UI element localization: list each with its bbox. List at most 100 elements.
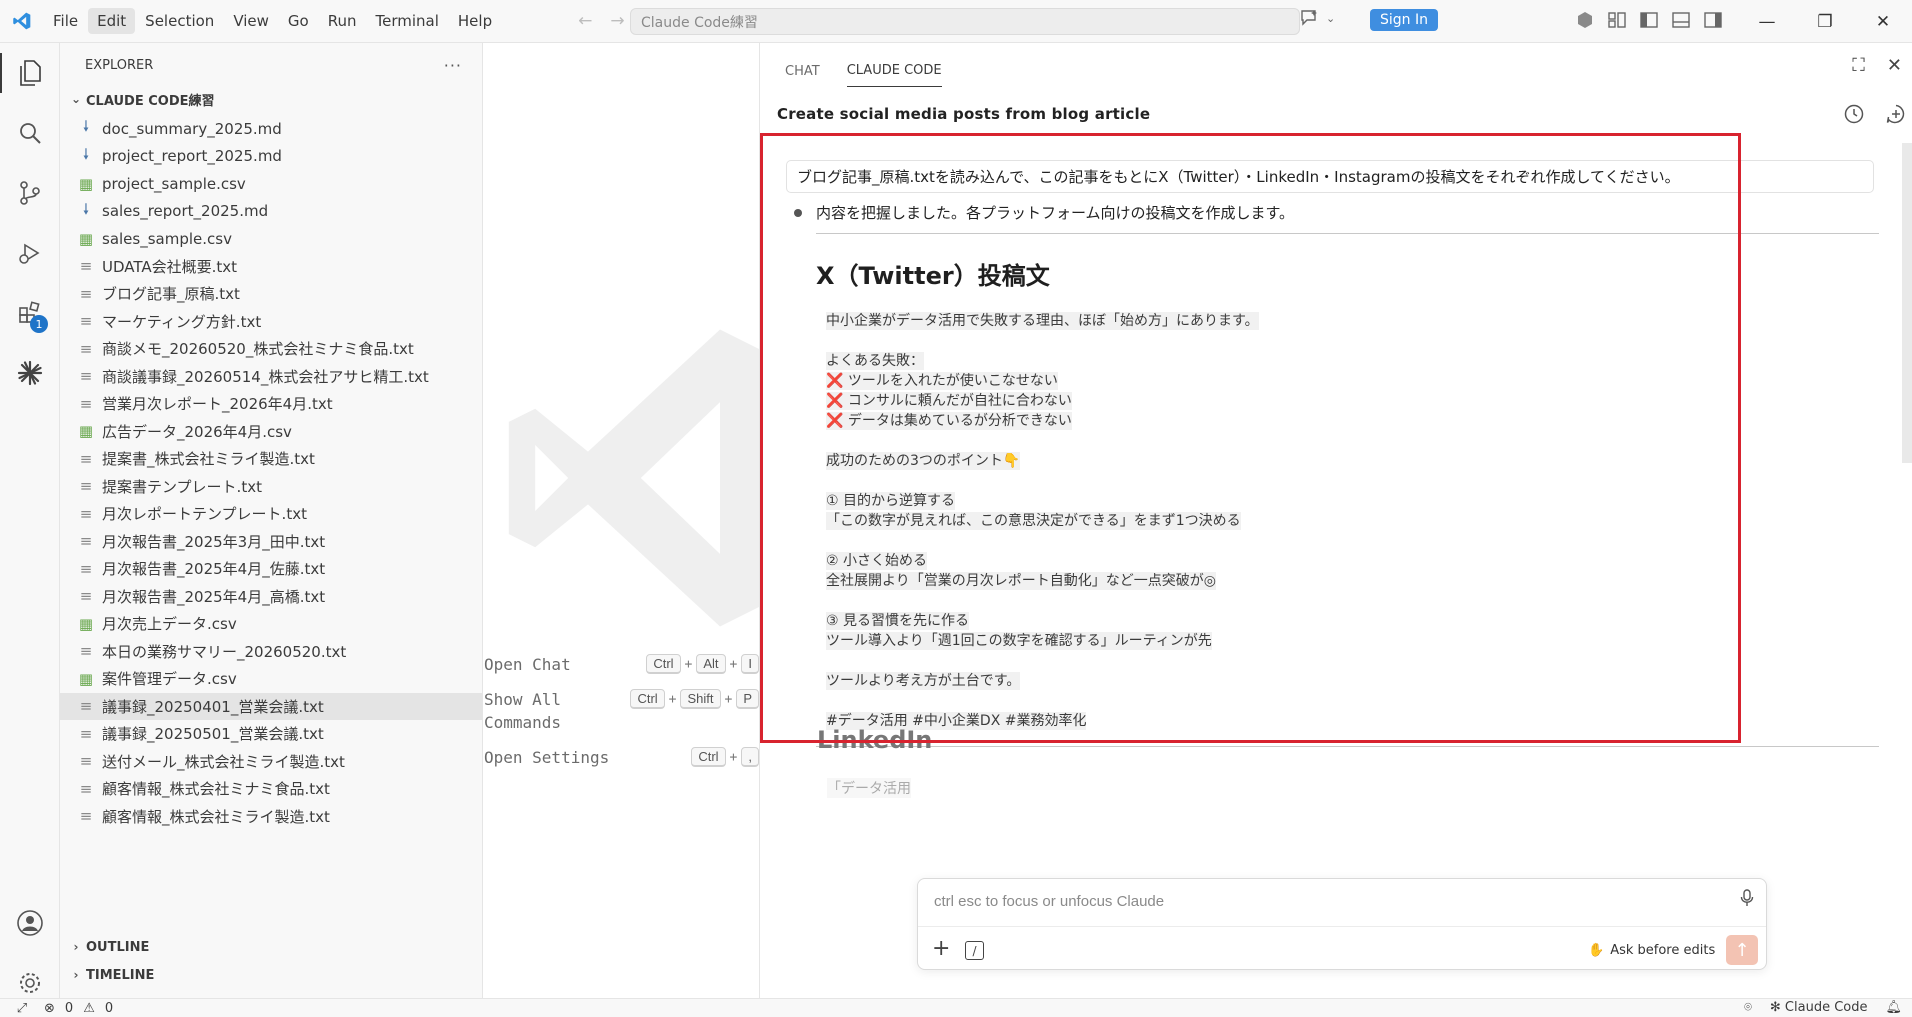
notifications-bell-icon[interactable]: 🔔︎: [1885, 1000, 1902, 1015]
new-session-icon[interactable]: [1885, 103, 1907, 125]
file-item[interactable]: ≡ 月次報告書_2025年3月_田中.txt: [60, 528, 482, 556]
file-item[interactable]: ≡ 月次レポートテンプレート.txt: [60, 500, 482, 528]
text-file-icon: ≡: [79, 449, 93, 468]
prompt-input[interactable]: [934, 893, 1714, 910]
menu-help[interactable]: Help: [449, 8, 501, 34]
file-tree: 🠗 doc_summary_2025.md 🠗 project_report_2025…: [60, 115, 482, 830]
file-item[interactable]: ≡ ブログ記事_原稿.txt: [60, 280, 482, 308]
timeline-section[interactable]: › TIMELINE: [60, 961, 483, 989]
shortcut-row[interactable]: Open Chat Ctrl + Alt + I: [484, 653, 759, 676]
search-icon[interactable]: [0, 103, 60, 163]
chevron-down-icon[interactable]: ⌄: [1326, 12, 1335, 25]
history-icon[interactable]: [1843, 103, 1865, 125]
chat-controls[interactable]: ⌄: [1300, 9, 1335, 27]
user-message[interactable]: ブログ記事_原稿.txtを読み込んで、この記事をもとにX（Twitter）・Li…: [786, 160, 1874, 193]
file-item[interactable]: 🠗 doc_summary_2025.md: [60, 115, 482, 143]
file-item[interactable]: ≡ 月次報告書_2025年4月_高橋.txt: [60, 583, 482, 611]
timeline-label: TIMELINE: [86, 967, 155, 983]
scrollbar[interactable]: [1902, 143, 1912, 463]
close-window-icon[interactable]: ✕: [1854, 0, 1912, 43]
file-name: 送付メール_株式会社ミライ製造.txt: [102, 752, 345, 771]
panel-tabs: CHAT CLAUDE CODE: [760, 43, 1912, 87]
outline-section[interactable]: › OUTLINE: [60, 933, 483, 961]
menu-edit[interactable]: Edit: [88, 8, 136, 34]
file-item[interactable]: 🠗 project_report_2025.md: [60, 143, 482, 171]
tab-claude-code[interactable]: CLAUDE CODE: [846, 63, 942, 87]
file-item[interactable]: ≡ UDATA会社概要.txt: [60, 253, 482, 281]
copilot-icon[interactable]: [1575, 10, 1595, 30]
key-plus: +: [729, 656, 738, 672]
claude-icon[interactable]: [0, 343, 60, 403]
editor-area: Open Chat Ctrl + Alt + I Show All Commands Ctrl…: [484, 43, 759, 998]
menu-terminal[interactable]: Terminal: [367, 8, 448, 34]
sign-in-button[interactable]: Sign In: [1370, 9, 1438, 31]
post-line-text: よくある失敗：: [826, 352, 924, 370]
csv-file-icon: ▦: [78, 422, 94, 441]
menu-selection[interactable]: Selection: [136, 8, 223, 34]
explorer-icon[interactable]: [0, 43, 60, 103]
command-center[interactable]: Claude Code練習: [630, 8, 1300, 35]
file-item[interactable]: ▦ 広告データ_2026年4月.csv: [60, 418, 482, 446]
file-item[interactable]: ≡ 本日の業務サマリー_20260520.txt: [60, 638, 482, 666]
tab-chat[interactable]: CHAT: [785, 64, 820, 87]
claude-status[interactable]: ✻ Claude Code: [1770, 1000, 1868, 1015]
chat-sparkle-icon[interactable]: [1300, 9, 1320, 27]
file-item[interactable]: ≡ 営業月次レポート_2026年4月.txt: [60, 390, 482, 418]
workspace-root[interactable]: ⌄ CLAUDE CODE練習: [60, 87, 482, 111]
back-arrow-icon[interactable]: ←: [578, 11, 592, 31]
assistant-intro: 内容を把握しました。各プラットフォーム向けの投稿文を作成します。: [786, 202, 1912, 223]
file-item[interactable]: ≡ 商談メモ_20260520_株式会社ミナミ食品.txt: [60, 335, 482, 363]
file-item[interactable]: ▦ 案件管理データ.csv: [60, 665, 482, 693]
more-actions-icon[interactable]: ···: [444, 56, 462, 75]
problems-indicator[interactable]: ⊗ 0 ⚠ 0: [44, 1001, 113, 1016]
toggle-primary-sidebar-icon[interactable]: [1639, 10, 1659, 30]
file-item[interactable]: ≡ 議事録_20250501_営業会議.txt: [60, 720, 482, 748]
forward-arrow-icon[interactable]: →: [610, 11, 624, 31]
file-item[interactable]: ≡ 顧客情報_株式会社ミナミ食品.txt: [60, 775, 482, 803]
file-item[interactable]: ≡ 提案書テンプレート.txt: [60, 473, 482, 501]
file-item[interactable]: ≡ 提案書_株式会社ミライ製造.txt: [60, 445, 482, 473]
post-line-text: ① 目的から逆算する: [826, 492, 956, 510]
post-line: 全社展開より「営業の月次レポート自動化」など一点突破が◎: [826, 571, 1912, 591]
file-item[interactable]: ≡ 商談議事録_20260514_株式会社アサヒ精工.txt: [60, 363, 482, 391]
remote-icon[interactable]: ⤢: [0, 1001, 44, 1016]
send-button[interactable]: ↑: [1726, 935, 1758, 965]
explorer-header: EXPLORER ···: [60, 43, 482, 87]
account-icon[interactable]: [0, 893, 60, 953]
toggle-secondary-sidebar-icon[interactable]: [1703, 10, 1723, 30]
post-line: ② 小さく始める: [826, 551, 1912, 571]
shortcut-label: Open Settings: [484, 748, 610, 767]
menu-go[interactable]: Go: [279, 8, 318, 34]
maximize-icon[interactable]: ⛶: [1852, 55, 1865, 76]
ask-before-edits-toggle[interactable]: ✋ Ask before edits: [1588, 943, 1715, 958]
file-name: sales_sample.csv: [102, 229, 232, 248]
file-item[interactable]: ▦ project_sample.csv: [60, 170, 482, 198]
toggle-panel-icon[interactable]: [1671, 10, 1691, 30]
minimize-icon[interactable]: —: [1738, 0, 1796, 43]
run-debug-icon[interactable]: [0, 223, 60, 283]
customize-layout-icon[interactable]: [1607, 10, 1627, 30]
file-name: UDATA会社概要.txt: [102, 257, 238, 276]
menu-run[interactable]: Run: [319, 8, 366, 34]
file-item[interactable]: ▦ 月次売上データ.csv: [60, 610, 482, 638]
file-item[interactable]: ▦ sales_sample.csv: [60, 225, 482, 253]
shortcut-row[interactable]: Open Settings Ctrl +,: [484, 746, 759, 769]
extensions-icon[interactable]: 1: [0, 283, 60, 343]
restore-icon[interactable]: ❐: [1796, 0, 1854, 43]
file-item[interactable]: ≡ 送付メール_株式会社ミライ製造.txt: [60, 748, 482, 776]
file-item[interactable]: ≡ マーケティング方針.txt: [60, 308, 482, 336]
menu-file[interactable]: File: [44, 8, 87, 34]
microphone-icon[interactable]: [1740, 889, 1754, 907]
file-item[interactable]: ≡ 顧客情報_株式会社ミライ製造.txt: [60, 803, 482, 831]
add-attachment-icon[interactable]: +: [932, 936, 950, 961]
shortcut-row[interactable]: Show All Commands Ctrl + Shift + P: [484, 688, 759, 734]
file-item[interactable]: 🠗 sales_report_2025.md: [60, 198, 482, 226]
file-name: マーケティング方針.txt: [102, 312, 262, 331]
menu-view[interactable]: View: [224, 8, 278, 34]
file-item[interactable]: ≡ 議事録_20250401_営業会議.txt: [60, 692, 482, 720]
close-panel-icon[interactable]: ✕: [1887, 55, 1902, 76]
copilot-status-icon[interactable]: ⌾: [1744, 1000, 1752, 1015]
source-control-icon[interactable]: [0, 163, 60, 223]
slash-command-icon[interactable]: /: [965, 941, 984, 960]
file-item[interactable]: ≡ 月次報告書_2025年4月_佐藤.txt: [60, 555, 482, 583]
